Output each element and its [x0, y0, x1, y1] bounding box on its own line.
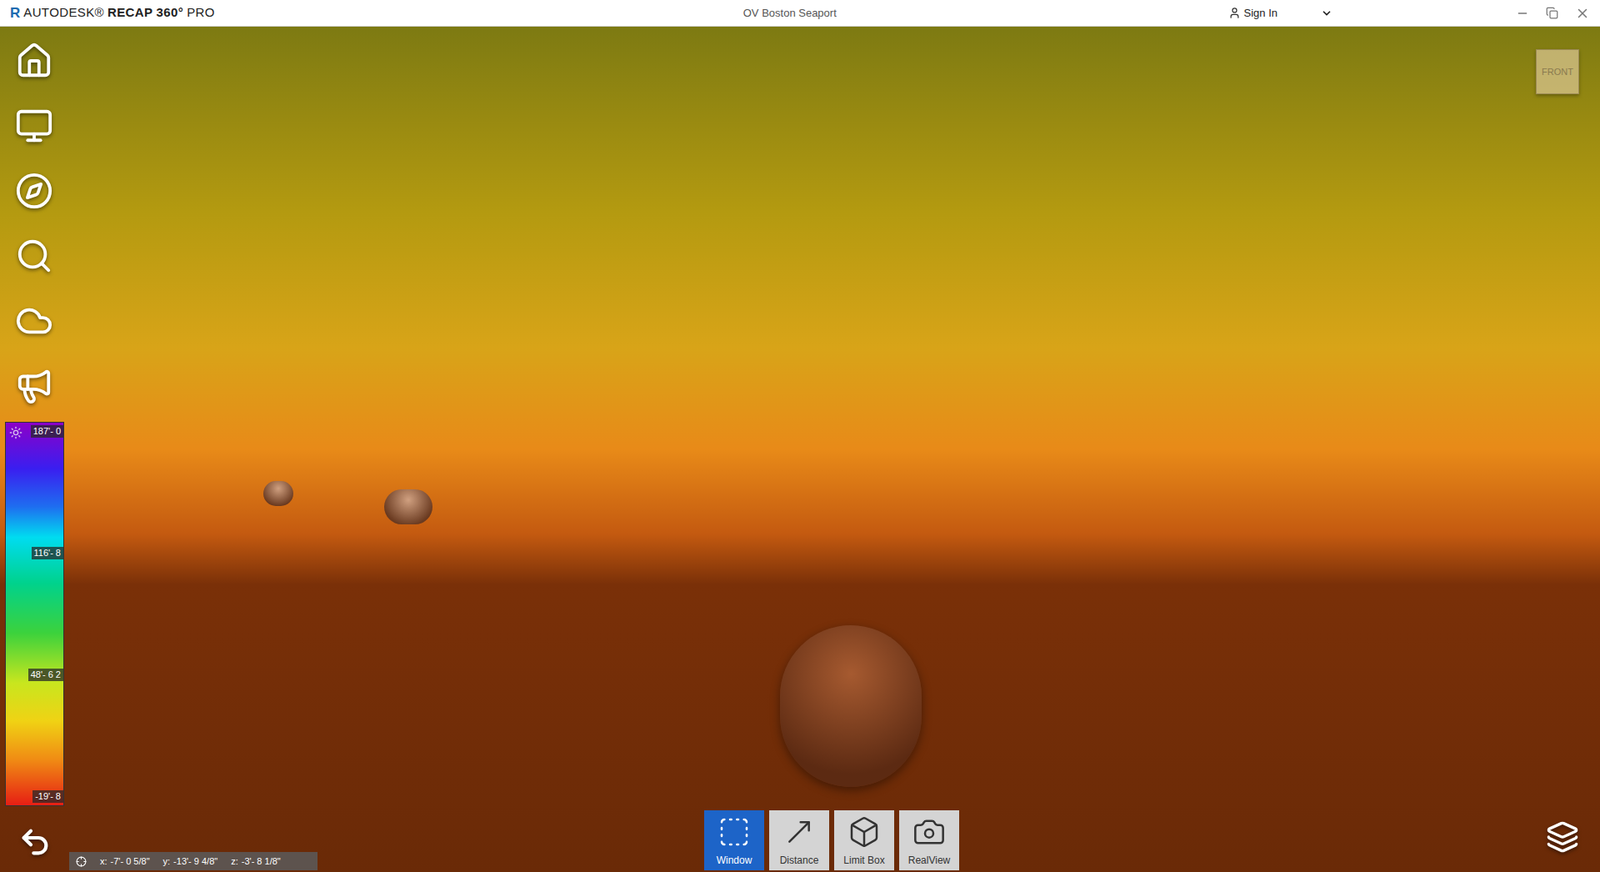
- window-title: OV Boston Seaport: [743, 5, 837, 22]
- point-cloud-viewport[interactable]: 187'- 0 116'- 8 48'- 6 2 -19'- 8 x:-7'- 0 5/…: [0, 26, 1600, 872]
- logo-edition: PRO: [186, 3, 215, 23]
- user-icon: [1228, 6, 1241, 20]
- logo-mark: R: [10, 5, 20, 20]
- coordinate-value: x:-7'- 0 5/8": [100, 854, 150, 869]
- legend-label: 116'- 8: [31, 546, 64, 560]
- distance-icon: [782, 815, 816, 849]
- scan-sphere[interactable]: [780, 625, 922, 787]
- scan-sphere[interactable]: [384, 489, 433, 525]
- scan-sphere[interactable]: [263, 480, 294, 506]
- legend-label: 48'- 6 2: [28, 668, 64, 681]
- window-select-icon: [717, 815, 751, 849]
- tool-button[interactable]: RealView: [899, 810, 960, 870]
- megaphone-icon[interactable]: [15, 366, 54, 405]
- limit-box-icon: [847, 815, 881, 849]
- tool-button[interactable]: Window: [704, 810, 765, 870]
- left-toolbar: [15, 41, 54, 405]
- home-icon[interactable]: [15, 41, 54, 80]
- coordinate-value: z:-3'- 8 1/8": [230, 854, 281, 869]
- logo-brand: AUTODESK®: [23, 3, 105, 23]
- restore-icon[interactable]: [1545, 6, 1559, 20]
- view-cube[interactable]: FRONT: [1535, 49, 1580, 95]
- app-logo: RAUTODESK®RECAP 360°PRO: [10, 3, 477, 23]
- title-bar: RAUTODESK®RECAP 360°PRO OV Boston Seaport…: [0, 0, 1600, 27]
- elevation-legend[interactable]: 187'- 0 116'- 8 48'- 6 2 -19'- 8: [5, 421, 65, 806]
- dropdown-caret-icon[interactable]: [1320, 7, 1333, 20]
- recap-app: RAUTODESK®RECAP 360°PRO OV Boston Seaport…: [0, 0, 1600, 872]
- realview-icon: [912, 815, 946, 849]
- tool-bar: WindowDistanceLimit BoxRealView: [704, 810, 960, 870]
- monitor-icon[interactable]: [15, 106, 54, 145]
- close-icon[interactable]: [1575, 5, 1590, 21]
- legend-label: 187'- 0: [30, 425, 64, 438]
- compass-icon[interactable]: [15, 171, 54, 210]
- coordinates-bar: x:-7'- 0 5/8" y:-13'- 9 4/8" z:-3'- 8 1/8": [69, 851, 318, 870]
- layers-icon[interactable]: [1543, 820, 1582, 854]
- search-icon[interactable]: [15, 236, 54, 275]
- legend-label: -19'- 8: [32, 790, 64, 803]
- cloud-icon[interactable]: [15, 301, 54, 340]
- minimize-icon[interactable]: [1515, 6, 1530, 20]
- sign-in-button[interactable]: Sign In: [1228, 5, 1333, 22]
- logo-product: RECAP 360°: [107, 3, 184, 23]
- coordinate-value: y:-13'- 9 4/8": [163, 854, 219, 869]
- view-cube-face: FRONT: [1541, 65, 1574, 80]
- tool-button[interactable]: Limit Box: [834, 810, 895, 870]
- tool-button[interactable]: Distance: [769, 810, 830, 870]
- legend-settings-icon[interactable]: [9, 425, 23, 440]
- back-arrow-icon[interactable]: [15, 825, 55, 859]
- coordinates-icon: [75, 855, 87, 867]
